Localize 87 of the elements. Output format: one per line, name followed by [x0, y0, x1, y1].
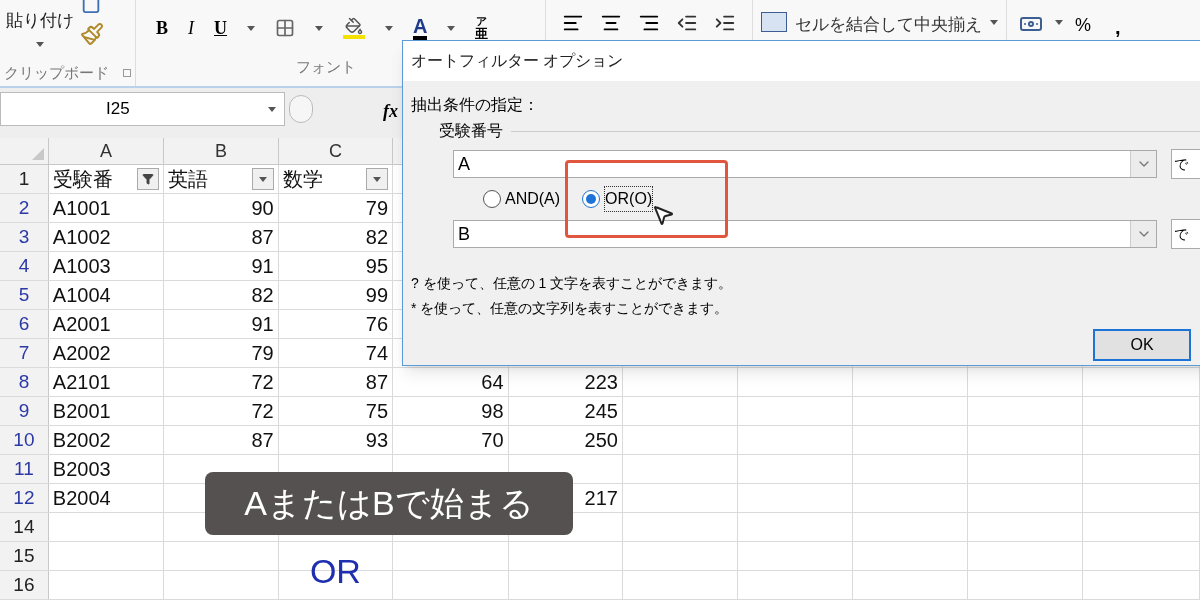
phonetic-button[interactable]: ア 亜 [475, 16, 489, 40]
table-cell-text: 87 [251, 225, 274, 250]
group-label: フォント [295, 57, 356, 77]
prompt-label: 抽出条件の指定： [411, 95, 540, 115]
criteria-field[interactable]: A [453, 150, 1157, 178]
table-cell-text: 76 [365, 312, 389, 337]
table-cell-text: A2101 [52, 370, 111, 395]
ok-button[interactable]: OK [1093, 329, 1191, 361]
table-cell-text: B2003 [52, 457, 111, 482]
table-cell-text: 79 [365, 196, 389, 221]
table-cell-text: 75 [365, 399, 389, 424]
hint-text: * を使って、任意の文字列を表すことができます。 [411, 299, 730, 318]
table-cell-text: 90 [251, 196, 274, 221]
table-cell-text: 82 [251, 283, 274, 308]
group-label: クリップボード [4, 62, 109, 83]
italic-button[interactable]: I [188, 14, 194, 42]
percent-button[interactable]: % [1075, 12, 1091, 39]
table-cell-text: 217 [584, 486, 618, 511]
table-cell-text: 受験番 [52, 167, 113, 192]
caret-icon [1055, 20, 1063, 25]
launcher-icon[interactable] [123, 69, 131, 77]
caret-icon [268, 106, 276, 112]
table-cell-text: B2002 [52, 428, 111, 453]
dropdown-button[interactable] [251, 168, 274, 190]
border-icon[interactable] [275, 18, 295, 38]
cursor-icon [651, 203, 675, 227]
table-cell-text: 98 [481, 399, 504, 424]
column-header[interactable]: A [100, 137, 113, 165]
name-box[interactable]: I25 [0, 92, 285, 126]
operator-dropdown[interactable]: で [1171, 149, 1200, 179]
table-cell-text: 74 [365, 341, 389, 366]
table-cell-text: A1001 [52, 196, 111, 221]
field-label: 受験番号 [439, 121, 503, 141]
table-cell-text: B2001 [52, 399, 111, 424]
brush-icon[interactable] [80, 22, 104, 46]
table-cell-text: 87 [251, 428, 274, 453]
table-cell-text: 91 [251, 312, 274, 337]
table-cell-text: 245 [584, 399, 618, 424]
fx-button[interactable]: fx [383, 98, 398, 125]
table-cell-text: A1004 [52, 283, 111, 308]
subtitle-caption: AまたはBで始まる [205, 472, 573, 535]
column-header[interactable]: C [328, 137, 342, 165]
table-cell-text: 91 [251, 254, 274, 279]
table-cell-text: 223 [584, 370, 618, 395]
caret-icon [258, 176, 267, 182]
window-title: オートフィルター オプション [411, 51, 624, 71]
dropdown-button[interactable] [366, 168, 389, 190]
filter-icon [142, 173, 155, 185]
table-cell-text: A2001 [52, 312, 111, 337]
table-cell-text: 82 [365, 225, 389, 250]
caret-icon [990, 20, 998, 25]
merge-icon[interactable] [761, 12, 787, 32]
table-cell-text: 数学 [282, 167, 323, 192]
hint-text: ? を使って、任意の 1 文字を表すことができます。 [411, 274, 734, 293]
table-cell-text: 72 [251, 399, 274, 424]
comma-button[interactable]: , [1115, 12, 1121, 42]
criteria-field[interactable]: B [453, 220, 1157, 248]
filter-button[interactable] [137, 168, 160, 190]
table-cell-text: 99 [365, 283, 389, 308]
paste-button[interactable]: 貼り付け [6, 8, 74, 34]
table-cell-text: 70 [481, 428, 504, 453]
radio-option[interactable]: AND(A) [483, 187, 561, 211]
table-cell-text: 250 [584, 428, 618, 453]
table-cell-text: B2004 [52, 486, 111, 511]
caret-icon [247, 25, 255, 31]
caret-icon [373, 176, 382, 182]
table-cell-text: A1003 [52, 254, 111, 279]
merge-center-button[interactable]: セルを結合して中央揃え [795, 12, 982, 38]
operator-dropdown[interactable]: で [1171, 219, 1200, 249]
note-text: OR [309, 550, 361, 592]
table-cell-text: 95 [365, 254, 389, 279]
caret-icon [385, 25, 393, 31]
bold-button[interactable]: B [156, 14, 168, 42]
caret-icon [315, 25, 323, 31]
fill-bucket-icon[interactable] [343, 17, 365, 39]
table-cell-text: A2002 [52, 341, 111, 366]
column-header[interactable]: B [215, 137, 228, 165]
table-cell-text: 79 [251, 341, 274, 366]
caret-icon [447, 25, 456, 31]
table-cell-text: 72 [251, 370, 274, 395]
table-cell-text: 93 [365, 428, 389, 453]
table-cell-text: 64 [481, 370, 504, 395]
table-cell-text: A1002 [52, 225, 111, 250]
caret-icon [36, 41, 44, 47]
table-cell-text: 英語 [168, 167, 209, 192]
table-cell-text: 87 [365, 370, 389, 395]
underline-button[interactable]: U [214, 14, 227, 42]
